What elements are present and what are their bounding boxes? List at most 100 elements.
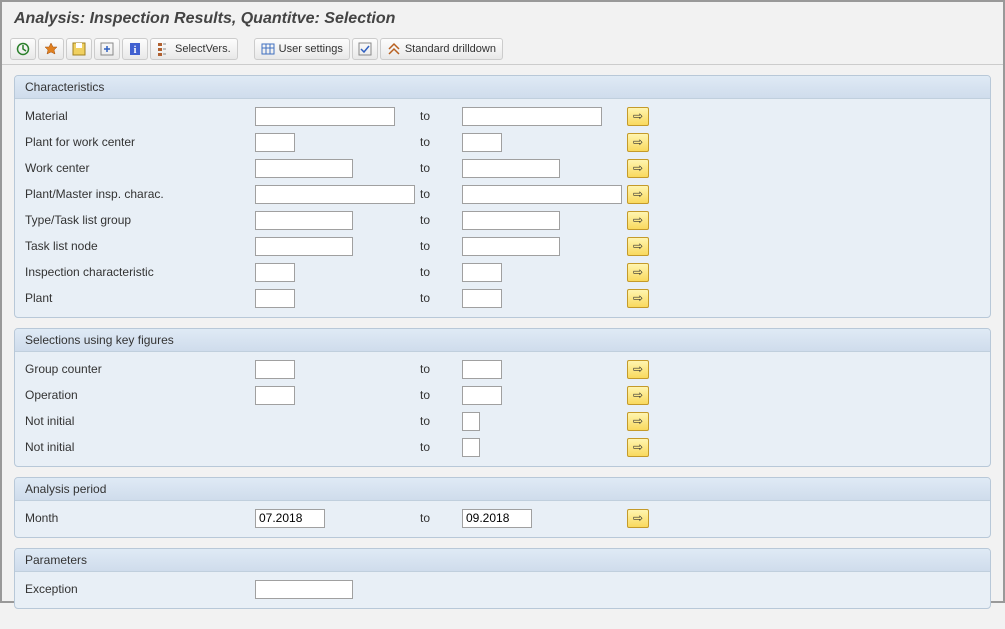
- selection-row: Plant to ⇨: [25, 285, 980, 311]
- selection-row: Not initial to ⇨: [25, 434, 980, 460]
- save-button[interactable]: [66, 38, 92, 60]
- characteristics-header: Characteristics: [15, 76, 990, 99]
- to-input[interactable]: [462, 237, 560, 256]
- to-label: to: [420, 414, 462, 428]
- to-label: to: [420, 511, 462, 525]
- to-input[interactable]: [462, 289, 502, 308]
- to-label: to: [420, 388, 462, 402]
- selection-row: Group counterto⇨: [25, 356, 980, 382]
- plus-button[interactable]: [94, 38, 120, 60]
- to-input[interactable]: [462, 133, 502, 152]
- from-input[interactable]: [255, 107, 395, 126]
- field-label: Material: [25, 109, 255, 123]
- to-input[interactable]: [462, 185, 622, 204]
- variant-button[interactable]: [38, 38, 64, 60]
- toolbar: i SelectVers. User settings Standard dri…: [2, 34, 1003, 65]
- to-input[interactable]: [462, 263, 502, 282]
- standard-drilldown-button[interactable]: Standard drilldown: [380, 38, 503, 60]
- clock-icon: [16, 42, 30, 56]
- select-version-label: SelectVers.: [175, 43, 231, 55]
- selection-row: Material to ⇨: [25, 103, 980, 129]
- multi-selection-button[interactable]: ⇨: [627, 107, 649, 126]
- to-label: to: [420, 187, 462, 201]
- field-label: Not initial: [25, 414, 255, 428]
- multi-selection-button[interactable]: ⇨: [627, 263, 649, 282]
- save-icon: [72, 42, 86, 56]
- multi-selection-button[interactable]: ⇨: [627, 289, 649, 308]
- to-label: to: [420, 161, 462, 175]
- field-label: Type/Task list group: [25, 213, 255, 227]
- to-input[interactable]: [462, 159, 560, 178]
- month-to-input[interactable]: [462, 509, 532, 528]
- field-label: Plant: [25, 291, 255, 305]
- selection-row: Type/Task list group to ⇨: [25, 207, 980, 233]
- exception-input[interactable]: [255, 580, 353, 599]
- from-input[interactable]: [255, 237, 353, 256]
- select-version-button[interactable]: SelectVers.: [150, 38, 238, 60]
- analysis-period-header: Analysis period: [15, 478, 990, 501]
- month-label: Month: [25, 511, 255, 525]
- field-label: Plant for work center: [25, 135, 255, 149]
- from-input[interactable]: [255, 159, 353, 178]
- to-input[interactable]: [462, 412, 480, 431]
- selection-row: Task list nodeto⇨: [25, 233, 980, 259]
- check-icon: [358, 42, 372, 56]
- to-label: to: [420, 239, 462, 253]
- check-button[interactable]: [352, 38, 378, 60]
- keyfigures-group: Selections using key figures Group count…: [14, 328, 991, 467]
- keyfigures-header: Selections using key figures: [15, 329, 990, 352]
- selection-row: Work centerto⇨: [25, 155, 980, 181]
- user-settings-button[interactable]: User settings: [254, 38, 350, 60]
- multi-selection-button[interactable]: ⇨: [627, 360, 649, 379]
- analysis-period-group: Analysis period Month to ⇨: [14, 477, 991, 538]
- selection-row: Operationto⇨: [25, 382, 980, 408]
- info-button[interactable]: i: [122, 38, 148, 60]
- multi-selection-button[interactable]: ⇨: [627, 237, 649, 256]
- to-label: to: [420, 440, 462, 454]
- to-input[interactable]: [462, 386, 502, 405]
- to-label: to: [420, 265, 462, 279]
- plus-icon: [100, 42, 114, 56]
- multi-selection-button[interactable]: ⇨: [627, 185, 649, 204]
- to-input[interactable]: [462, 360, 502, 379]
- multi-selection-button[interactable]: ⇨: [627, 386, 649, 405]
- to-label: to: [420, 291, 462, 305]
- selection-row: Inspection characteristic to ⇨: [25, 259, 980, 285]
- hierarchy-icon: [157, 42, 171, 56]
- multi-selection-button[interactable]: ⇨: [627, 509, 649, 528]
- field-label: Group counter: [25, 362, 255, 376]
- multi-selection-button[interactable]: ⇨: [627, 133, 649, 152]
- svg-text:i: i: [134, 45, 137, 56]
- from-input[interactable]: [255, 289, 295, 308]
- to-input[interactable]: [462, 438, 480, 457]
- from-input[interactable]: [255, 133, 295, 152]
- to-input[interactable]: [462, 211, 560, 230]
- from-input[interactable]: [255, 263, 295, 282]
- info-icon: i: [128, 42, 142, 56]
- multi-selection-button[interactable]: ⇨: [627, 438, 649, 457]
- to-label: to: [420, 213, 462, 227]
- multi-selection-button[interactable]: ⇨: [627, 412, 649, 431]
- from-input[interactable]: [255, 185, 415, 204]
- execute-button[interactable]: [10, 38, 36, 60]
- parameters-header: Parameters: [15, 549, 990, 572]
- to-label: to: [420, 109, 462, 123]
- to-label: to: [420, 135, 462, 149]
- characteristics-group: Characteristics Materialto⇨Plant for wor…: [14, 75, 991, 318]
- field-label: Not initial: [25, 440, 255, 454]
- multi-selection-button[interactable]: ⇨: [627, 211, 649, 230]
- from-input[interactable]: [255, 211, 353, 230]
- selection-row: Not initial to ⇨: [25, 408, 980, 434]
- month-from-input[interactable]: [255, 509, 325, 528]
- selection-row: Plant/Master insp. charac. to ⇨: [25, 181, 980, 207]
- selection-row: Plant for work center to ⇨: [25, 129, 980, 155]
- from-input[interactable]: [255, 386, 295, 405]
- variant-icon: [44, 42, 58, 56]
- from-input[interactable]: [255, 360, 295, 379]
- field-label: Plant/Master insp. charac.: [25, 187, 255, 201]
- multi-selection-button[interactable]: ⇨: [627, 159, 649, 178]
- drilldown-icon: [387, 42, 401, 56]
- field-label: Inspection characteristic: [25, 265, 255, 279]
- standard-drilldown-label: Standard drilldown: [405, 43, 496, 55]
- to-input[interactable]: [462, 107, 602, 126]
